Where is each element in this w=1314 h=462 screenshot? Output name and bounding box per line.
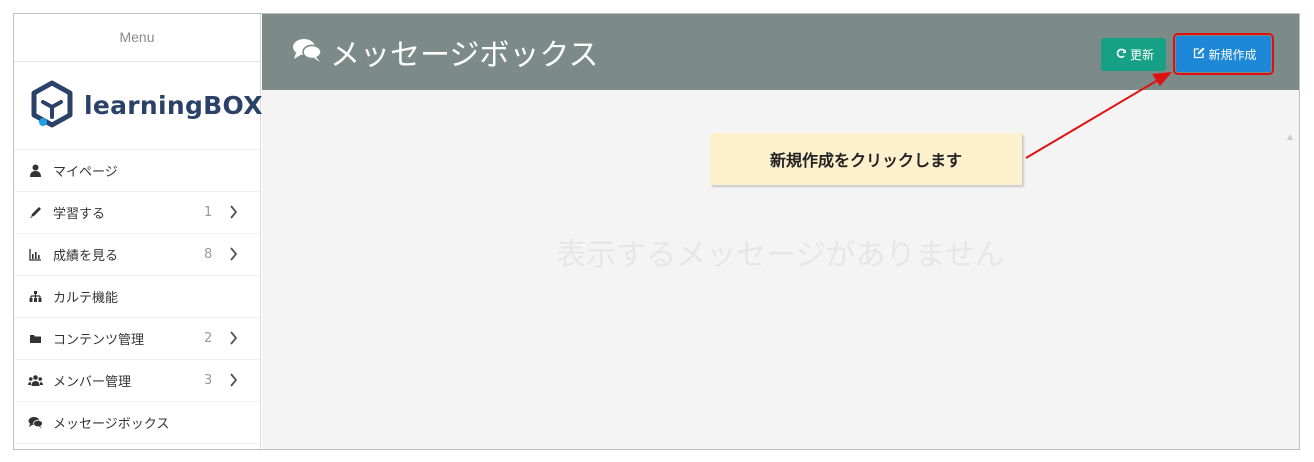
new-message-label: 新規作成 — [1208, 47, 1257, 62]
logo[interactable]: learningBOX — [14, 62, 263, 150]
chevron-right-icon — [229, 331, 238, 349]
refresh-label: 更新 — [1129, 48, 1154, 62]
sidebar-item-mypage[interactable]: マイページ — [14, 150, 260, 192]
sidebar-item-study[interactable]: 学習する 1 — [14, 192, 260, 234]
edit-icon — [1193, 47, 1205, 62]
sidebar-item-messagebox[interactable]: メッセージボックス — [14, 402, 260, 444]
sidebar-menu: マイページ 学習する 1 成績を見る 8 カルテ機能 コンテンツ管理 2 メンバ… — [14, 150, 260, 444]
menu-title: Menu — [14, 14, 260, 62]
sidebar-item-contents[interactable]: コンテンツ管理 2 — [14, 318, 260, 360]
sidebar-item-karte[interactable]: カルテ機能 — [14, 276, 260, 318]
scrollbar-indicator: ▲ — [1287, 132, 1294, 141]
page-title: メッセージボックス — [330, 38, 599, 73]
users-icon — [28, 373, 43, 388]
sidebar-item-label: 成績を見る — [53, 249, 119, 264]
sitemap-icon — [28, 289, 43, 304]
item-count: 2 — [204, 331, 213, 346]
sidebar-item-results[interactable]: 成績を見る 8 — [14, 234, 260, 276]
chevron-right-icon — [229, 247, 238, 265]
chevron-right-icon — [229, 205, 238, 223]
bar-chart-icon — [28, 247, 43, 262]
refresh-icon — [1116, 48, 1127, 62]
chevron-right-icon — [229, 373, 238, 391]
sidebar-item-label: メッセージボックス — [53, 417, 170, 432]
user-icon — [28, 163, 43, 178]
logo-text: learningBOX — [84, 91, 263, 120]
main-content: メッセージボックス 更新 新規作成 ▲ 表示するメッセージがありません — [262, 14, 1299, 449]
item-count: 3 — [204, 373, 213, 388]
sidebar-item-members[interactable]: メンバー管理 3 — [14, 360, 260, 402]
refresh-button[interactable]: 更新 — [1101, 38, 1166, 71]
sidebar-item-label: マイページ — [53, 165, 118, 180]
comments-icon — [292, 37, 322, 67]
comments-icon — [28, 415, 43, 430]
app-window: Menu learningBOX マイページ 学習する 1 成績を見る 8 カル… — [13, 13, 1300, 450]
folder-icon — [28, 331, 43, 346]
logo-icon — [30, 80, 74, 132]
sidebar-item-label: カルテ機能 — [53, 291, 119, 306]
pencil-icon — [28, 205, 43, 220]
item-count: 8 — [204, 247, 213, 262]
instruction-callout: 新規作成をクリックします — [710, 133, 1022, 185]
sidebar: Menu learningBOX マイページ 学習する 1 成績を見る 8 カル… — [14, 14, 263, 449]
empty-state-message: 表示するメッセージがありません — [556, 238, 1005, 273]
item-count: 1 — [204, 205, 213, 220]
sidebar-item-label: 学習する — [53, 207, 106, 222]
sidebar-item-label: メンバー管理 — [53, 375, 132, 390]
new-message-button[interactable]: 新規作成 — [1173, 33, 1274, 75]
sidebar-item-label: コンテンツ管理 — [53, 333, 145, 348]
page-header: メッセージボックス 更新 新規作成 — [262, 14, 1299, 90]
